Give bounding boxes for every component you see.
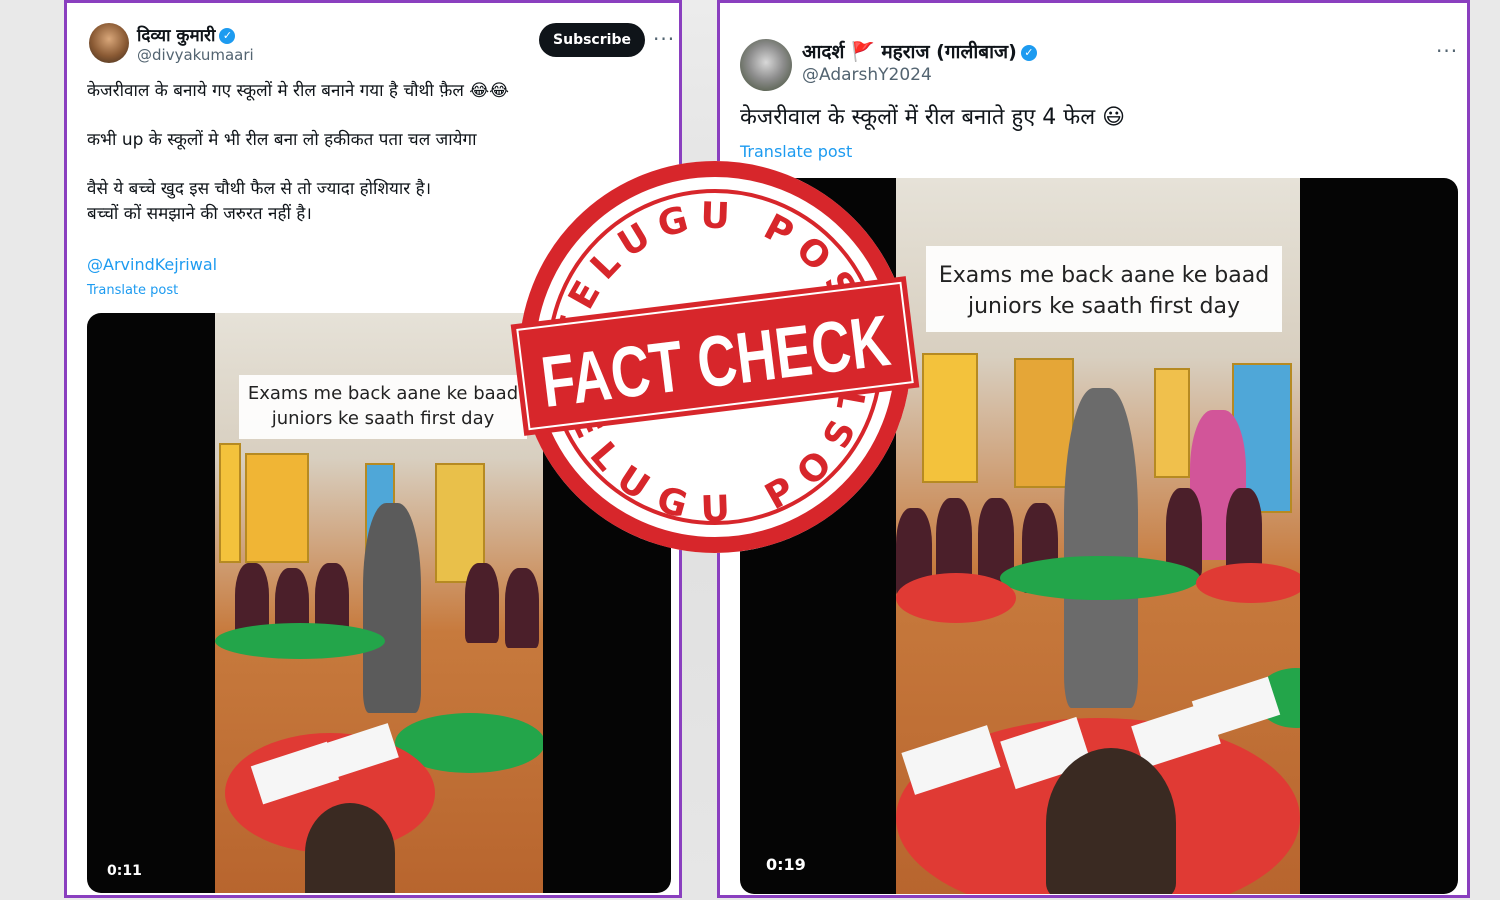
child-figure <box>505 568 539 648</box>
tweet-text: केजरीवाल के स्कूलों में रील बनाते हुए 4 … <box>740 105 1126 130</box>
video-caption: Exams me back aane ke baad juniors ke sa… <box>926 246 1282 332</box>
wall-poster <box>219 443 241 563</box>
tweet-text-line: केजरीवाल के बनाये गए स्कूलों मे रील बनान… <box>87 81 509 101</box>
caption-line: Exams me back aane ke baad <box>247 383 519 404</box>
author-name-text: आदर्श 🚩 महराज (गालीबाज) <box>802 41 1017 63</box>
tweet-text-line: कभी up के स्कूलों मे भी रील बना लो हकीकत… <box>87 130 477 150</box>
child-figure <box>465 563 499 643</box>
paper-sheet <box>1191 676 1281 740</box>
video-duration: 0:19 <box>766 855 806 874</box>
stamp-graphic: TELUGU POST TELUGU POST FACT CHECK <box>510 161 920 553</box>
mention-link[interactable]: @ArvindKejriwal <box>87 255 217 274</box>
table <box>896 573 1016 623</box>
author-name[interactable]: आदर्श 🚩 महराज (गालीबाज) ✓ <box>802 38 1037 64</box>
author-handle[interactable]: @AdarshY2024 <box>802 65 932 85</box>
wall-poster <box>245 453 309 563</box>
more-options-icon[interactable]: ··· <box>1436 39 1458 63</box>
child-figure <box>1046 748 1176 894</box>
video-duration: 0:11 <box>107 863 142 879</box>
author-handle[interactable]: @divyakumaari <box>137 46 254 64</box>
verified-icon: ✓ <box>1020 44 1037 61</box>
author-name-text: दिव्या कुमारी <box>137 26 216 46</box>
translate-post-link[interactable]: Translate post <box>87 283 178 298</box>
table <box>215 623 385 659</box>
fact-check-stamp: TELUGU POST TELUGU POST FACT CHECK <box>510 158 920 556</box>
avatar[interactable] <box>740 39 792 91</box>
video-caption: Exams me back aane ke baad juniors ke sa… <box>239 375 527 439</box>
more-options-icon[interactable]: ··· <box>653 27 675 51</box>
wall-poster <box>1154 368 1190 478</box>
caption-line: juniors ke saath first day <box>968 294 1240 319</box>
caption-line: Exams me back aane ke baad <box>938 263 1270 288</box>
verified-icon: ✓ <box>219 28 236 44</box>
wall-poster <box>1014 358 1074 488</box>
caption-line: juniors ke saath first day <box>271 408 495 429</box>
table <box>1196 563 1300 603</box>
person-figure <box>1064 388 1138 708</box>
table <box>1000 556 1200 600</box>
person-figure <box>363 503 421 713</box>
avatar[interactable] <box>89 23 129 63</box>
author-name[interactable]: दिव्या कुमारी ✓ <box>137 23 236 46</box>
subscribe-button[interactable]: Subscribe <box>539 23 645 57</box>
child-figure <box>305 803 395 893</box>
wall-poster <box>922 353 978 483</box>
